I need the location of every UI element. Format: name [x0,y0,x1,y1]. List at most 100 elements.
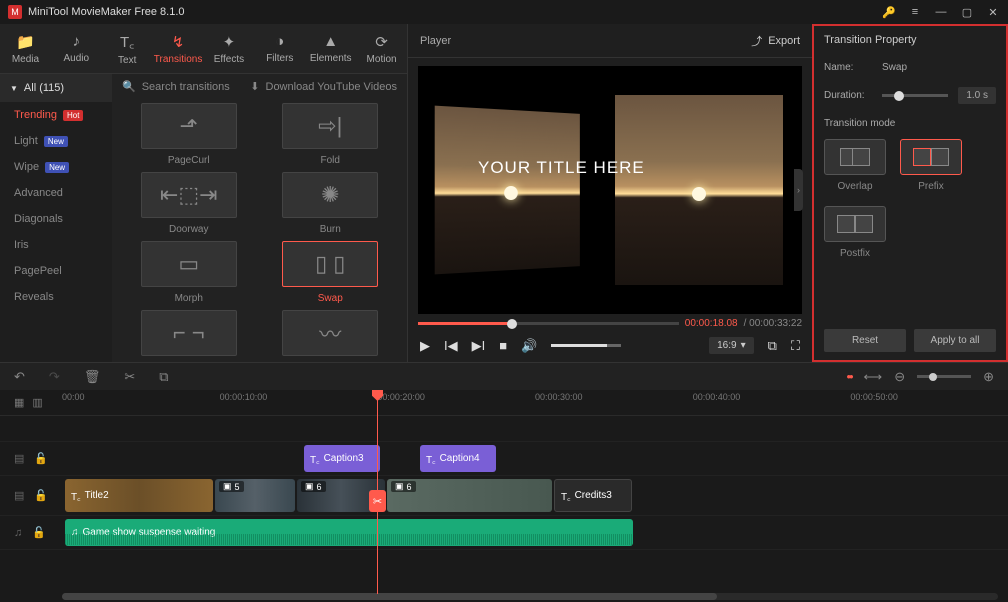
redo-button[interactable]: ↷ [49,369,60,385]
category-trending[interactable]: TrendingHot [0,102,112,128]
prev-frame-button[interactable]: I◀ [444,338,458,354]
timeline-main-icon[interactable]: ▦ [14,396,24,409]
category-reveals[interactable]: Reveals [0,284,112,310]
export-icon: ⤴ [751,33,762,49]
duration-slider[interactable] [882,94,948,97]
delete-button[interactable]: 🗑 [84,369,101,385]
close-icon[interactable]: ✕ [986,5,1000,19]
transition-morph[interactable]: ▭Morph [128,241,250,304]
zoom-in-button[interactable]: ⊕ [983,369,994,385]
audio-track: ♫ 🔓 ♫Game show suspense waiting [0,516,1008,550]
tab-filters[interactable]: ◑Filters [254,24,305,73]
image-icon: ▣ [305,481,314,492]
snapshot-button[interactable]: ⧉ [768,338,777,354]
playhead[interactable]: ✂ [377,390,378,594]
menu-icon[interactable]: ≡ [908,5,922,19]
tab-transitions[interactable]: ↯Transitions [153,24,204,73]
zoom-slider[interactable] [917,375,971,378]
clip-title2[interactable]: T꜀Title2 [65,479,213,512]
category-wipe[interactable]: WipeNew [0,154,112,180]
play-button[interactable]: ▶ [420,338,430,354]
premium-icon[interactable]: 🔑 [882,5,896,19]
transition-swap[interactable]: ▯ ▯Swap [270,241,392,304]
next-frame-button[interactable]: ▶I [472,338,486,354]
timeline-scrollbar[interactable] [62,593,998,600]
marker-button[interactable]: •• [846,369,851,384]
triangle-down-icon: ▼ [10,84,18,93]
clip-caption3[interactable]: T꜀Caption3 [304,445,380,472]
text-clip-icon: T꜀ [71,489,81,503]
tab-effects[interactable]: ✦Effects [204,24,255,73]
undo-button[interactable]: ↶ [14,369,25,385]
clip-video-2[interactable]: ▣5 [215,479,295,512]
zoom-out-button[interactable]: ⊖ [894,369,905,385]
app-logo: M [8,5,22,19]
category-diagonals[interactable]: Diagonals [0,206,112,232]
music-clip-icon: ♫ [71,527,79,538]
track-type-audio-icon: ♫ [14,527,22,539]
category-iris[interactable]: Iris [0,232,112,258]
mode-prefix[interactable]: Prefix [900,139,962,192]
mode-overlap[interactable]: Overlap [824,139,886,192]
property-title: Transition Property [824,34,996,46]
volume-icon[interactable]: 🔊 [521,338,537,354]
preview-viewport[interactable]: › YOUR TITLE HERE [418,66,802,314]
timeline-sub-icon[interactable]: ▥ [32,396,42,409]
tab-elements[interactable]: ▲Elements [305,24,356,73]
playhead-split-icon[interactable]: ✂ [369,490,386,512]
filters-icon: ◑ [275,33,284,50]
transition-partial-1[interactable]: ⌐ ¬ [128,310,250,362]
transition-pagecurl[interactable]: ⬏PageCurl [128,103,250,166]
duration-value[interactable]: 1.0 s [958,87,996,104]
tab-audio[interactable]: ♪Audio [51,24,102,73]
time-current: 00:00:18.08 [685,318,738,329]
text-clip-icon: T꜀ [310,452,320,466]
search-transitions[interactable]: 🔍Search transitions [122,80,230,93]
volume-slider[interactable] [551,344,621,347]
time-ruler[interactable]: ▦▥ 00:00 00:00:10:00 00:00:20:00 00:00:3… [0,390,1008,416]
clip-credits3[interactable]: T꜀Credits3 [554,479,632,512]
image-icon: ▣ [395,481,404,492]
clip-video-3[interactable]: ▣6 [387,479,552,512]
aspect-ratio-dropdown[interactable]: 16:9▾ [709,337,754,354]
snap-button[interactable]: ⟷ [864,369,883,385]
category-pagepeel[interactable]: PagePeel [0,258,112,284]
clip-audio-1[interactable]: ♫Game show suspense waiting [65,519,633,546]
transition-doorway[interactable]: ⇤⬚⇥Doorway [128,172,250,235]
fullscreen-button[interactable]: ⛶ [791,338,800,354]
seek-bar[interactable] [418,322,679,325]
maximize-icon[interactable]: ▢ [960,5,974,19]
mode-postfix[interactable]: Postfix [824,206,886,259]
motion-icon: ⟳ [375,33,388,51]
video-track: ▤🔓 T꜀Title2 ▣5 ▣6 ▣6 T꜀Credits3 [0,476,1008,516]
download-youtube[interactable]: ⬇Download YouTube Videos [250,80,397,93]
category-all[interactable]: ▼All (115) [0,74,112,102]
lock-icon[interactable]: 🔓 [34,489,48,502]
minimize-icon[interactable]: — [934,5,948,19]
export-button[interactable]: ⤴Export [751,33,800,49]
tab-text[interactable]: T꜀Text [102,24,153,73]
apply-all-button[interactable]: Apply to all [914,329,996,352]
tab-motion[interactable]: ⟳Motion [356,24,407,73]
transition-burn[interactable]: ✺Burn [270,172,392,235]
panel-collapse-handle[interactable]: › [794,169,803,211]
reset-button[interactable]: Reset [824,329,906,352]
track-type-text-icon: ▤ [14,452,24,465]
name-label: Name: [824,62,872,73]
clip-caption4[interactable]: T꜀Caption4 [420,445,496,472]
transition-fold[interactable]: ⇨|Fold [270,103,392,166]
name-value: Swap [882,62,907,73]
transition-partial-2[interactable]: 〰 [270,310,392,362]
stop-button[interactable]: ■ [499,338,507,353]
lock-icon[interactable]: 🔓 [34,452,48,465]
crop-button[interactable]: ⧉ [159,369,168,385]
category-light[interactable]: LightNew [0,128,112,154]
title-overlay: YOUR TITLE HERE [478,158,645,178]
preview-frame-right [615,95,783,285]
tab-media[interactable]: 📁Media [0,24,51,73]
category-advanced[interactable]: Advanced [0,180,112,206]
split-button[interactable]: ✂ [124,369,135,385]
lock-icon[interactable]: 🔓 [32,526,46,539]
caption-track: ▤ 🔓 T꜀Caption3 T꜀Caption4 [0,442,1008,476]
download-icon: ⬇ [250,80,259,93]
